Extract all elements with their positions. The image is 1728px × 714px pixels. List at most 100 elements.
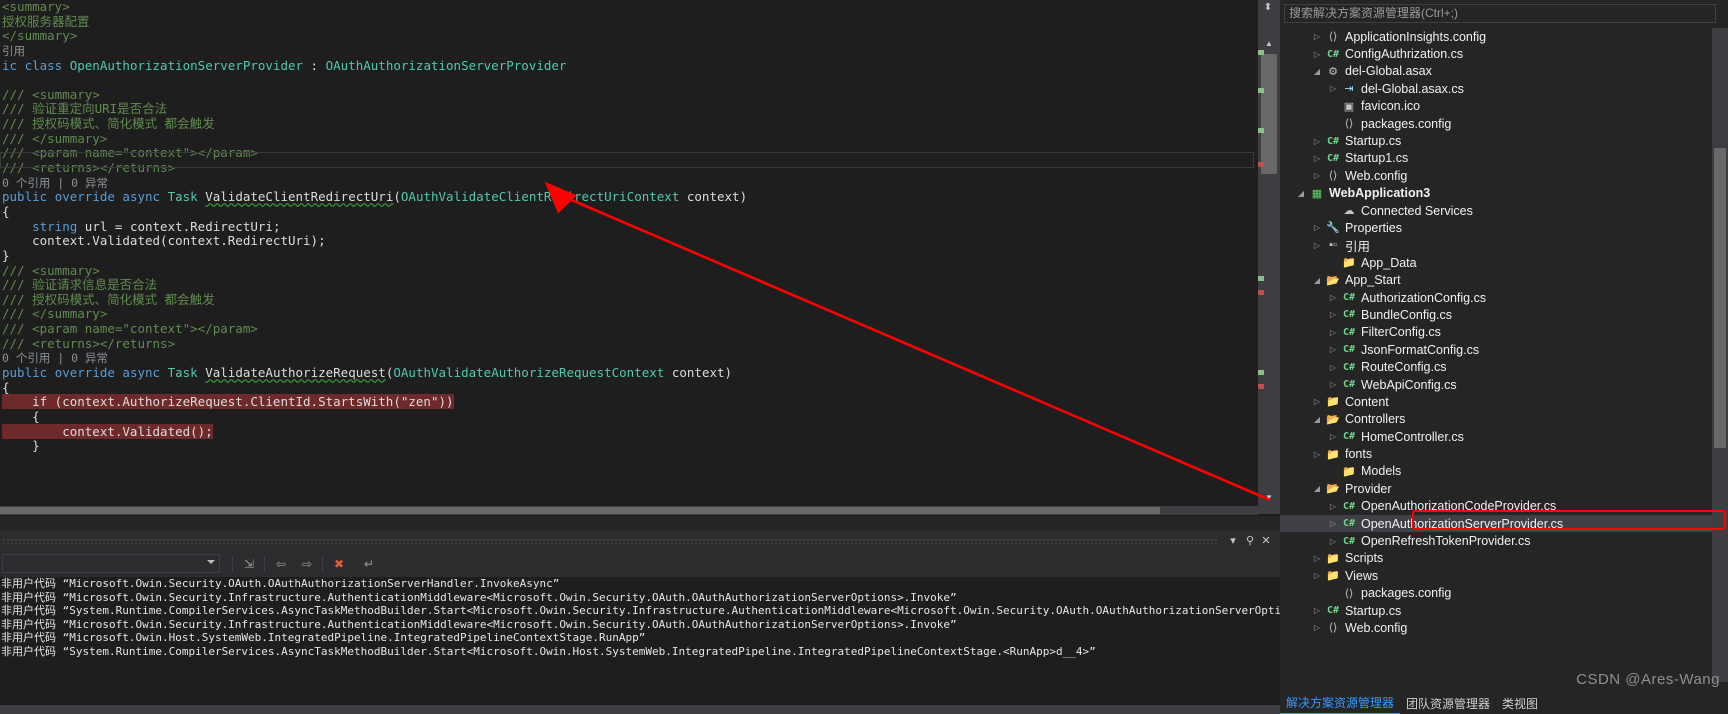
chevron-right-icon[interactable]: ▷ (1310, 571, 1324, 580)
solution-tree[interactable]: ▷ ⟨⟩ ApplicationInsights.config ▷ C# ConfigAu… (1280, 28, 1728, 682)
output-panel-body[interactable]: 非用户代码 “Microsoft.Owin.Security.OAuth.OAu… (0, 577, 1280, 714)
chevron-right-icon[interactable]: ▷ (1310, 397, 1324, 406)
tree-item-provider[interactable]: ◢ 📂 Provider (1280, 480, 1728, 497)
tree-item-homecontroller-cs[interactable]: ▷ C# HomeController.cs (1280, 428, 1728, 445)
tree-item-webapiconfig-cs[interactable]: ▷ C# WebApiConfig.cs (1280, 376, 1728, 393)
tree-item-webapplication3[interactable]: ◢ ▦ WebApplication3 (1280, 185, 1728, 202)
output-panel-header[interactable]: ▾ ⚲ ✕ (0, 531, 1280, 551)
chevron-right-icon[interactable]: ▷ (1326, 84, 1340, 93)
editor-hscroll-thumb[interactable] (0, 507, 1160, 514)
chevron-down-icon[interactable] (207, 560, 215, 564)
code-text[interactable]: <summary> 授权服务器配置 </summary> 引用 ic class Ope… (0, 0, 747, 454)
tree-item-startup-cs[interactable]: ▷ C# Startup.cs (1280, 132, 1728, 149)
chevron-right-icon[interactable]: ▷ (1310, 554, 1324, 563)
tree-item-routeconfig-cs[interactable]: ▷ C# RouteConfig.cs (1280, 358, 1728, 375)
tree-item-web-config[interactable]: ▷ ⟨⟩ Web.config (1280, 167, 1728, 184)
tree-item-bundleconfig-cs[interactable]: ▷ C# BundleConfig.cs (1280, 306, 1728, 323)
chevron-right-icon[interactable]: ▷ (1326, 293, 1340, 302)
output-line[interactable]: 非用户代码 “System.Runtime.CompilerServices.A… (0, 645, 1280, 659)
editor-vscroll-thumb[interactable] (1261, 54, 1277, 174)
tree-item-[interactable]: ▷ ▪▫ 引用 (1280, 237, 1728, 254)
tree-item-startup1-cs[interactable]: ▷ C# Startup1.cs (1280, 150, 1728, 167)
tree-item-content[interactable]: ▷ 📁 Content (1280, 393, 1728, 410)
chevron-right-icon[interactable]: ▷ (1326, 363, 1340, 372)
chevron-down-icon[interactable]: ▾ (1226, 534, 1240, 548)
chevron-right-icon[interactable]: ▷ (1326, 345, 1340, 354)
wrap-text-icon[interactable]: ↵ (358, 555, 380, 573)
code-editor[interactable]: <summary> 授权服务器配置 </summary> 引用 ic class Ope… (0, 0, 1258, 514)
panel-drag-handle[interactable] (2, 538, 1217, 544)
solution-explorer-tabs[interactable]: 解决方案资源管理器 团队资源管理器 类视图 (1280, 692, 1728, 714)
output-line[interactable]: 非用户代码 “Microsoft.Owin.Security.OAuth.OAu… (0, 577, 1280, 591)
tree-item-properties[interactable]: ▷ 🔧 Properties (1280, 219, 1728, 236)
tree-item-startup-cs[interactable]: ▷ C# Startup.cs (1280, 602, 1728, 619)
solution-explorer-scrollbar[interactable] (1712, 28, 1728, 682)
chevron-right-icon[interactable]: ▷ (1326, 380, 1340, 389)
solution-explorer[interactable]: 搜索解决方案资源管理器(Ctrl+;) ▷ ⟨⟩ ApplicationInsigh… (1280, 0, 1728, 714)
tree-item-views[interactable]: ▷ 📁 Views (1280, 567, 1728, 584)
tree-item-favicon-ico[interactable]: ▣ favicon.ico (1280, 98, 1728, 115)
scroll-down-arrow-icon[interactable]: ▼ (1258, 490, 1280, 506)
chevron-down-icon[interactable]: ◢ (1310, 67, 1324, 76)
chevron-right-icon[interactable]: ▷ (1310, 32, 1324, 41)
chevron-right-icon[interactable]: ▷ (1326, 519, 1340, 528)
tree-item-web-config[interactable]: ▷ ⟨⟩ Web.config (1280, 619, 1728, 636)
output-source-select[interactable] (2, 554, 220, 573)
tab-团队资源管理器[interactable]: 团队资源管理器 (1400, 693, 1496, 714)
chevron-right-icon[interactable]: ▷ (1326, 328, 1340, 337)
output-hscrollbar[interactable] (0, 705, 1280, 714)
clear-all-icon[interactable]: ✖ (328, 555, 350, 573)
tab-类视图[interactable]: 类视图 (1496, 693, 1544, 714)
chevron-right-icon[interactable]: ▷ (1326, 502, 1340, 511)
tree-item-del-global-asax-cs[interactable]: ▷ ⇥ del-Global.asax.cs (1280, 80, 1728, 97)
editor-vscrollbar[interactable]: ⬍ ▲ ▼ (1258, 0, 1280, 514)
output-line[interactable]: 非用户代码 “Microsoft.Owin.Security.Infrastru… (0, 618, 1280, 632)
tree-item-openrefreshtokenprovider-cs[interactable]: ▷ C# OpenRefreshTokenProvider.cs (1280, 532, 1728, 549)
tree-item-configauthrization-cs[interactable]: ▷ C# ConfigAuthrization.cs (1280, 45, 1728, 62)
output-panel[interactable]: ▾ ⚲ ✕ ⇲ ⇦ ⇨ ✖ ↵ 非用户代码 “Microsoft.Owin.Se… (0, 516, 1280, 714)
chevron-down-icon[interactable]: ◢ (1310, 415, 1324, 424)
chevron-right-icon[interactable]: ▷ (1326, 310, 1340, 319)
chevron-right-icon[interactable]: ▷ (1310, 223, 1324, 232)
chevron-right-icon[interactable]: ▷ (1310, 154, 1324, 163)
tree-item-jsonformatconfig-cs[interactable]: ▷ C# JsonFormatConfig.cs (1280, 341, 1728, 358)
tree-item-applicationinsights-config[interactable]: ▷ ⟨⟩ ApplicationInsights.config (1280, 28, 1728, 45)
tree-item-connected-services[interactable]: ☁ Connected Services (1280, 202, 1728, 219)
tree-item-packages-config[interactable]: ⟨⟩ packages.config (1280, 115, 1728, 132)
chevron-right-icon[interactable]: ▷ (1326, 432, 1340, 441)
tree-item-app-data[interactable]: 📁 App_Data (1280, 254, 1728, 271)
tree-item-scripts[interactable]: ▷ 📁 Scripts (1280, 550, 1728, 567)
output-panel-toolbar[interactable]: ⇲ ⇦ ⇨ ✖ ↵ (0, 551, 1280, 577)
tree-item-openauthorizationcodeprovider-cs[interactable]: ▷ C# OpenAuthorizationCodeProvider.cs (1280, 498, 1728, 515)
expand-all-icon[interactable]: ⇲ (238, 555, 260, 573)
chevron-right-icon[interactable]: ▷ (1310, 171, 1324, 180)
pin-icon[interactable]: ⚲ (1243, 534, 1257, 548)
tree-item-fonts[interactable]: ▷ 📁 fonts (1280, 445, 1728, 462)
tree-item-authorizationconfig-cs[interactable]: ▷ C# AuthorizationConfig.cs (1280, 289, 1728, 306)
tab-解决方案资源管理器[interactable]: 解决方案资源管理器 (1280, 692, 1401, 714)
step-back-icon[interactable]: ⇦ (270, 555, 292, 573)
chevron-right-icon[interactable]: ▷ (1310, 623, 1324, 632)
chevron-right-icon[interactable]: ▷ (1310, 50, 1324, 59)
tree-item-models[interactable]: 📁 Models (1280, 463, 1728, 480)
output-line[interactable]: 非用户代码 “Microsoft.Owin.Security.Infrastru… (0, 591, 1280, 605)
chevron-right-icon[interactable]: ▷ (1310, 450, 1324, 459)
split-view-icon[interactable]: ⬍ (1260, 1, 1276, 15)
step-forward-icon[interactable]: ⇨ (296, 555, 318, 573)
output-line[interactable]: 非用户代码 “Microsoft.Owin.Host.SystemWeb.Int… (0, 631, 1280, 645)
chevron-right-icon[interactable]: ▷ (1326, 537, 1340, 546)
close-icon[interactable]: ✕ (1259, 534, 1273, 548)
tree-item-controllers[interactable]: ◢ 📂 Controllers (1280, 411, 1728, 428)
chevron-right-icon[interactable]: ▷ (1310, 606, 1324, 615)
tree-item-del-global-asax[interactable]: ◢ ⚙ del-Global.asax (1280, 63, 1728, 80)
output-line[interactable]: 非用户代码 “System.Runtime.CompilerServices.A… (0, 604, 1280, 618)
chevron-right-icon[interactable]: ▷ (1310, 241, 1324, 250)
tree-item-filterconfig-cs[interactable]: ▷ C# FilterConfig.cs (1280, 324, 1728, 341)
chevron-down-icon[interactable]: ◢ (1294, 189, 1308, 198)
chevron-right-icon[interactable]: ▷ (1310, 137, 1324, 146)
chevron-down-icon[interactable]: ◢ (1310, 484, 1324, 493)
tree-item-openauthorizationserverprovider-cs[interactable]: ▷ C# OpenAuthorizationServerProvider.cs (1280, 514, 1728, 533)
tree-item-packages-config[interactable]: ⟨⟩ packages.config (1280, 585, 1728, 602)
editor-hscrollbar[interactable] (0, 506, 1258, 515)
search-input[interactable]: 搜索解决方案资源管理器(Ctrl+;) (1284, 4, 1716, 23)
